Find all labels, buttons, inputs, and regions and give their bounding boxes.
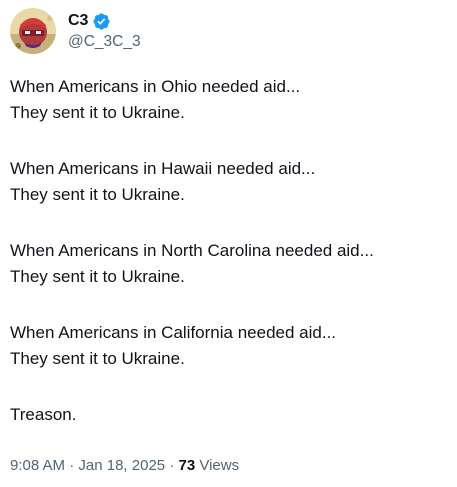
tweet-line: They sent it to Ukraine. bbox=[10, 267, 185, 286]
author-name-row: C3 bbox=[68, 11, 141, 31]
views-count: 73 bbox=[178, 457, 196, 474]
tweet-line: When Americans in California needed aid.… bbox=[10, 323, 337, 342]
verified-badge-icon[interactable] bbox=[92, 12, 111, 31]
tweet-line: When Americans in North Carolina needed … bbox=[10, 241, 374, 260]
tweet-line: When Americans in Ohio needed aid... bbox=[10, 77, 301, 96]
tweet: C3 @C_3C_3 When Americans in Ohio needed… bbox=[0, 0, 457, 487]
tweet-paragraph: Treason. bbox=[10, 402, 450, 428]
tweet-line: Treason. bbox=[10, 405, 77, 424]
tweet-date[interactable]: Jan 18, 2025 bbox=[78, 457, 165, 474]
avatar[interactable] bbox=[10, 8, 56, 54]
author-display-name[interactable]: C3 bbox=[68, 11, 88, 31]
meta-separator: · bbox=[169, 457, 175, 474]
author-identity: C3 @C_3C_3 bbox=[68, 8, 141, 52]
tweet-paragraph: When Americans in Hawaii needed aid... T… bbox=[10, 156, 450, 208]
author-handle[interactable]: @C_3C_3 bbox=[68, 32, 141, 52]
tweet-text: When Americans in Ohio needed aid... The… bbox=[10, 74, 450, 458]
tweet-line: When Americans in Hawaii needed aid... bbox=[10, 159, 316, 178]
tweet-line: They sent it to Ukraine. bbox=[10, 185, 185, 204]
tweet-line: They sent it to Ukraine. bbox=[10, 349, 185, 368]
tweet-paragraph: When Americans in Ohio needed aid... The… bbox=[10, 74, 450, 126]
tweet-time[interactable]: 9:08 AM bbox=[10, 457, 65, 474]
tweet-line: They sent it to Ukraine. bbox=[10, 103, 185, 122]
tweet-meta: 9:08 AM · Jan 18, 2025 · 73 Views bbox=[10, 456, 239, 476]
tweet-paragraph: When Americans in North Carolina needed … bbox=[10, 238, 450, 290]
tweet-header: C3 @C_3C_3 bbox=[10, 8, 141, 54]
tweet-paragraph: When Americans in California needed aid.… bbox=[10, 320, 450, 372]
meta-separator: · bbox=[69, 457, 75, 474]
views-label: Views bbox=[199, 457, 240, 474]
